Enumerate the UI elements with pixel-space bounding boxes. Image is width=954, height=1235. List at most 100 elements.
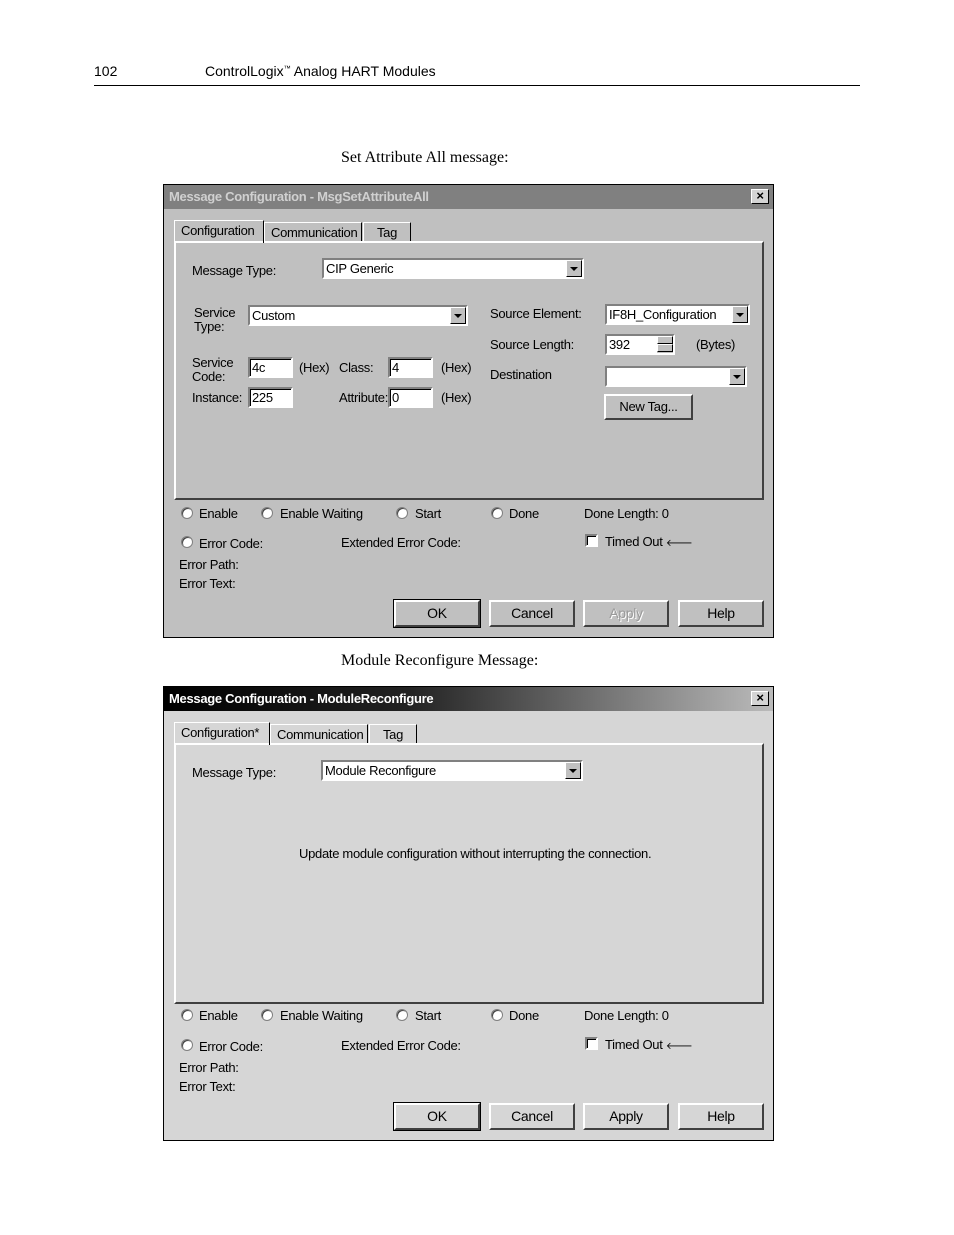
- class-label: Class:: [339, 360, 374, 375]
- done-label: Done: [509, 506, 539, 521]
- close-button[interactable]: ×: [751, 189, 769, 204]
- service-type-label-2: Type:: [194, 319, 225, 334]
- running-title-main: ControlLogix: [205, 63, 284, 79]
- class-input[interactable]: 4: [388, 357, 433, 378]
- source-element-value: IF8H_Configuration: [609, 307, 717, 322]
- done-length: Done Length: 0: [584, 1008, 669, 1023]
- chevron-down-icon[interactable]: [450, 307, 466, 324]
- service-code-input[interactable]: 4c: [248, 357, 293, 378]
- service-code-hex-label: (Hex): [299, 360, 330, 375]
- tab-configuration[interactable]: Configuration: [174, 220, 264, 243]
- class-hex-label: (Hex): [441, 360, 472, 375]
- cancel-button[interactable]: Cancel: [489, 1103, 575, 1130]
- timed-out-checkbox[interactable]: [585, 534, 598, 547]
- attribute-hex-label: (Hex): [441, 390, 472, 405]
- error-text-label: Error Text:: [179, 1079, 236, 1094]
- start-indicator: [396, 507, 408, 519]
- running-title-rest: Analog HART Modules: [290, 63, 436, 79]
- tab-communication[interactable]: Communication: [264, 222, 362, 242]
- tab-configuration[interactable]: Configuration*: [174, 722, 270, 745]
- source-length-value: 392: [609, 337, 630, 352]
- ok-button[interactable]: OK: [393, 1102, 481, 1131]
- source-length-label: Source Length:: [490, 337, 574, 352]
- source-element-label: Source Element:: [490, 306, 582, 321]
- enable-label: Enable: [199, 1008, 238, 1023]
- help-button[interactable]: Help: [678, 600, 764, 627]
- error-code-label: Error Code:: [199, 1039, 263, 1054]
- dialog-title: Message Configuration - MsgSetAttributeA…: [169, 189, 429, 204]
- trademark: ™: [283, 65, 291, 73]
- cancel-button[interactable]: Cancel: [489, 600, 575, 627]
- message-type-label: Message Type:: [192, 263, 277, 278]
- help-button[interactable]: Help: [678, 1103, 764, 1130]
- destination-label: Destination: [490, 367, 552, 382]
- message-type-label: Message Type:: [192, 765, 277, 780]
- error-code-indicator: [181, 536, 193, 548]
- configuration-panel: Message Type: Module Reconfigure Update …: [174, 743, 764, 1004]
- message-type-value: Module Reconfigure: [325, 763, 436, 778]
- source-element-select[interactable]: IF8H_Configuration: [605, 304, 750, 325]
- service-type-select[interactable]: Custom: [248, 305, 468, 326]
- page-number: 102: [94, 63, 118, 79]
- done-label: Done: [509, 1008, 539, 1023]
- enable-waiting-indicator: [261, 1009, 273, 1021]
- dialog-title: Message Configuration - ModuleReconfigur…: [169, 691, 434, 706]
- apply-button[interactable]: Apply: [583, 600, 669, 627]
- timed-out-label: Timed Out 🡐: [605, 1037, 693, 1054]
- enable-indicator: [181, 1009, 193, 1021]
- message-type-select[interactable]: Module Reconfigure: [321, 760, 583, 781]
- timed-out-text: Timed Out: [605, 534, 663, 549]
- new-tag-button[interactable]: New Tag...: [604, 394, 693, 420]
- title-bar: Message Configuration - ModuleReconfigur…: [164, 687, 773, 711]
- destination-select[interactable]: [605, 366, 747, 387]
- chevron-down-icon[interactable]: [732, 306, 748, 323]
- ok-button[interactable]: OK: [393, 599, 481, 628]
- running-title: ControlLogix™ Analog HART Modules: [205, 63, 436, 79]
- timed-out-text: Timed Out: [605, 1037, 663, 1052]
- chevron-down-icon[interactable]: [566, 260, 582, 277]
- enable-indicator: [181, 507, 193, 519]
- enable-label: Enable: [199, 506, 238, 521]
- header-rule: [94, 85, 860, 86]
- title-bar: Message Configuration - MsgSetAttributeA…: [164, 185, 773, 209]
- configuration-panel: Message Type: CIP Generic Service Type: …: [174, 241, 764, 500]
- close-button[interactable]: ×: [751, 691, 769, 706]
- message-type-value: CIP Generic: [326, 261, 394, 276]
- instance-label: Instance:: [192, 390, 243, 405]
- dialog-module-reconfigure: Message Configuration - ModuleReconfigur…: [163, 686, 774, 1141]
- timed-out-checkbox[interactable]: [585, 1037, 598, 1050]
- service-code-label-1: Service: [192, 355, 234, 370]
- extended-error-code-label: Extended Error Code:: [341, 1038, 461, 1053]
- source-length-spinner[interactable]: 392: [605, 334, 675, 355]
- error-path-label: Error Path:: [179, 1060, 239, 1075]
- extended-error-code-label: Extended Error Code:: [341, 535, 461, 550]
- attribute-label: Attribute:: [339, 390, 389, 405]
- chevron-down-icon[interactable]: [729, 368, 745, 385]
- done-indicator: [491, 1009, 503, 1021]
- error-code-indicator: [181, 1039, 193, 1051]
- apply-button[interactable]: Apply: [583, 1103, 669, 1130]
- message-type-select[interactable]: CIP Generic: [322, 258, 584, 279]
- caption-set-attribute-all: Set Attribute All message:: [341, 149, 509, 166]
- start-label: Start: [415, 506, 441, 521]
- description-text: Update module configuration without inte…: [299, 846, 652, 861]
- tab-tag[interactable]: Tag: [369, 724, 417, 744]
- attribute-input[interactable]: 0: [388, 387, 433, 408]
- error-text-label: Error Text:: [179, 576, 236, 591]
- service-code-label-2: Code:: [192, 369, 226, 384]
- timed-out-label: Timed Out 🡐: [605, 534, 693, 551]
- caption-module-reconfigure: Module Reconfigure Message:: [341, 652, 539, 669]
- done-length: Done Length: 0: [584, 506, 669, 521]
- close-icon: ×: [756, 690, 764, 705]
- start-label: Start: [415, 1008, 441, 1023]
- service-type-value: Custom: [252, 308, 295, 323]
- spinner-arrows-icon[interactable]: [657, 336, 673, 353]
- enable-waiting-label: Enable Waiting: [280, 1008, 363, 1023]
- instance-input[interactable]: 225: [248, 387, 293, 408]
- chevron-down-icon[interactable]: [565, 762, 581, 779]
- service-type-label-1: Service: [194, 305, 236, 320]
- tab-communication[interactable]: Communication: [270, 724, 368, 744]
- error-code-label: Error Code:: [199, 536, 263, 551]
- tab-tag[interactable]: Tag: [363, 222, 411, 242]
- enable-waiting-label: Enable Waiting: [280, 506, 363, 521]
